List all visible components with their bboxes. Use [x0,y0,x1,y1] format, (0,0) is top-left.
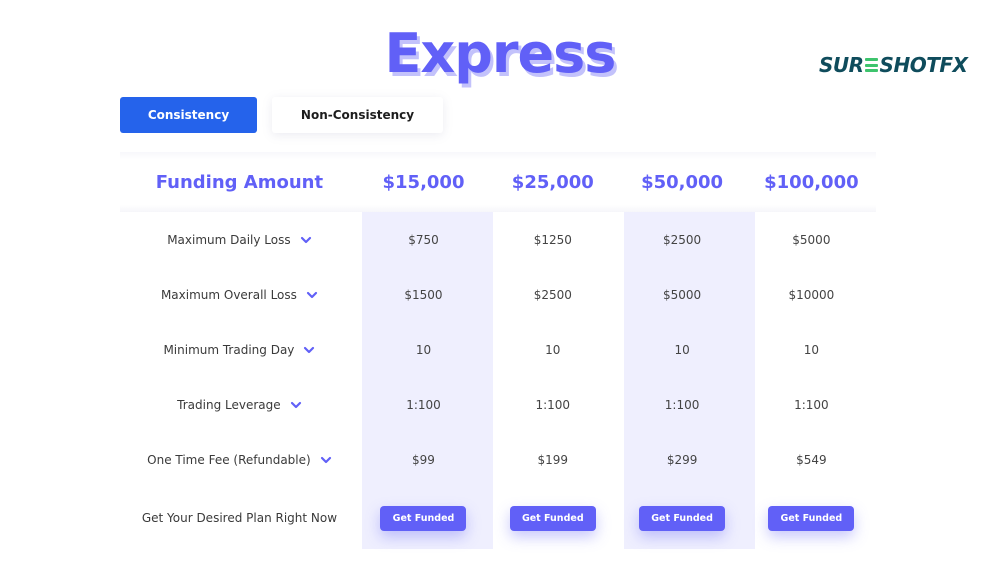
logo-text-prefix: SUR [819,53,864,77]
cell-value: $199 [537,452,569,467]
cell-value: $10000 [788,287,835,302]
row-label[interactable]: Maximum Daily Loss [120,233,359,247]
get-funded-button-15000[interactable]: Get Funded [380,505,467,531]
cell-value: 1:100 [535,397,571,412]
cell-value: 10 [803,342,820,357]
chevron-down-icon[interactable] [290,401,302,409]
cell-value: $549 [796,452,827,467]
chevron-down-icon[interactable] [306,291,318,299]
table-row: Trading Leverage 1:100 1:100 1:100 1:100 [120,377,876,432]
funding-amount-heading: Funding Amount [155,171,324,193]
table-row: Maximum Overall Loss $1500 $2500 $5000 $… [120,267,876,322]
cell-value: $2500 [533,287,572,302]
cell-value: 1:100 [664,397,700,412]
chevron-down-icon[interactable] [300,236,312,244]
table-header-row: Funding Amount $15,000 $25,000 $50,000 $… [120,152,876,212]
logo-text-suffix: SHOTFX [879,53,968,77]
cell-value: 1:100 [794,397,829,412]
cell-value: 10 [674,342,690,357]
cell-value: 10 [545,342,561,357]
table-row: Minimum Trading Day 10 10 10 10 [120,322,876,377]
column-header-50000: $50,000 [641,171,724,193]
table-row: One Time Fee (Refundable) $99 $199 $299 … [120,432,876,487]
row-label-text: Trading Leverage [177,397,281,412]
cell-value: $5000 [792,232,831,247]
cell-value: $750 [408,232,439,247]
cta-row: Get Your Desired Plan Right Now Get Fund… [120,487,876,549]
cell-value: $2500 [662,232,702,247]
cell-value: 1:100 [406,397,441,412]
cell-value: $1250 [533,232,572,247]
tab-consistency[interactable]: Consistency [120,97,257,133]
table-row: Maximum Daily Loss $750 $1250 $2500 $500… [120,212,876,267]
get-funded-button-50000[interactable]: Get Funded [639,505,726,531]
logo-e-bars-icon [864,58,878,72]
get-funded-button-25000[interactable]: Get Funded [509,505,596,531]
cta-label: Get Your Desired Plan Right Now [141,511,338,525]
cell-value: $1500 [404,287,443,302]
chevron-down-icon[interactable] [303,346,315,354]
column-header-100000: $100,000 [764,171,859,193]
row-label-text: Maximum Overall Loss [160,287,297,302]
cell-value: $99 [412,452,435,467]
column-header-15000: $15,000 [382,171,465,193]
tab-non-consistency[interactable]: Non-Consistency [272,97,443,133]
sureshotfx-logo: SUR SHOTFX [819,53,968,77]
row-label[interactable]: Minimum Trading Day [120,343,359,357]
pricing-table: Funding Amount $15,000 $25,000 $50,000 $… [120,152,876,549]
column-header-25000: $25,000 [511,171,594,193]
row-label[interactable]: Maximum Overall Loss [120,288,359,302]
table-body: Maximum Daily Loss $750 $1250 $2500 $500… [120,212,876,549]
row-label-text: One Time Fee (Refundable) [147,452,311,467]
get-funded-button-100000[interactable]: Get Funded [768,505,855,531]
cell-value: $299 [666,452,698,467]
row-label-text: Minimum Trading Day [163,342,295,357]
cell-value: $5000 [662,287,702,302]
plan-type-tabs: Consistency Non-Consistency [120,97,443,133]
row-label-text: Maximum Daily Loss [167,232,291,247]
row-label[interactable]: One Time Fee (Refundable) [120,453,359,467]
row-label[interactable]: Trading Leverage [120,398,359,412]
chevron-down-icon[interactable] [320,456,332,464]
cell-value: 10 [415,342,432,357]
